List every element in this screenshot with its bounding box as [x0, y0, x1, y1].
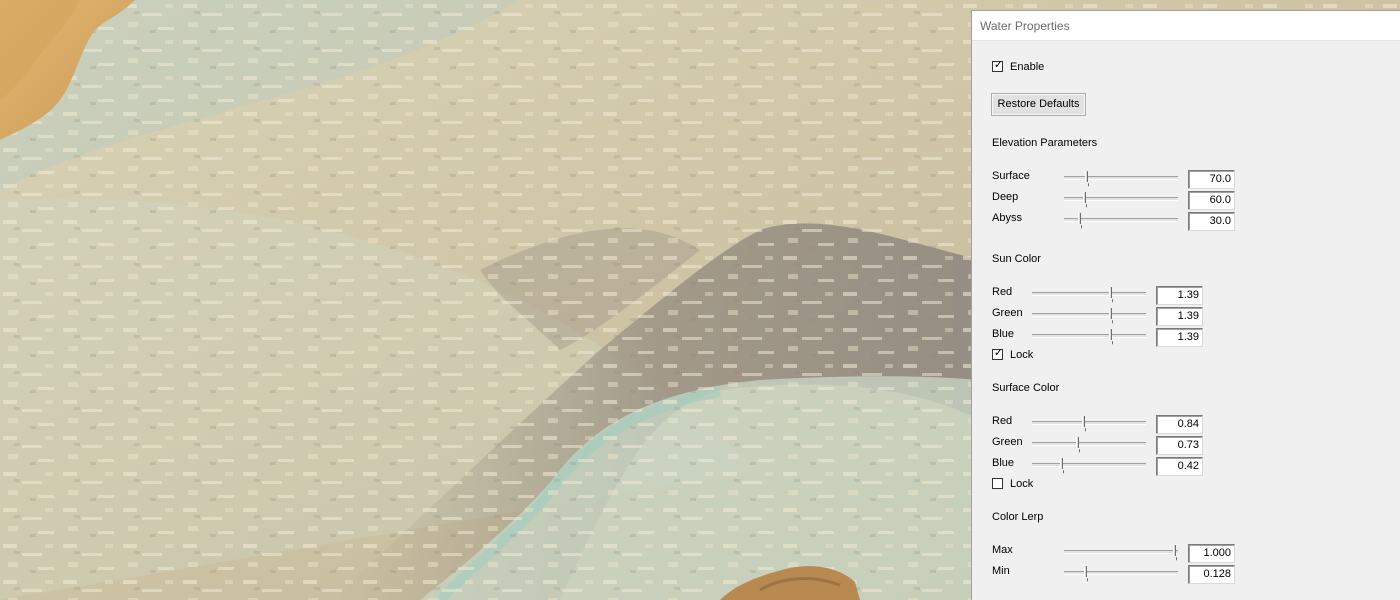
slider-track: [1032, 463, 1146, 467]
abyss-label: Abyss: [992, 212, 1022, 224]
slider-thumb[interactable]: [1083, 192, 1086, 203]
enable-checkbox[interactable]: ✓: [992, 59, 1004, 72]
sun-green-value-field[interactable]: 1.39: [1156, 307, 1203, 326]
lerp-max-value-field[interactable]: 1.000: [1188, 544, 1235, 563]
surface-red-value-field[interactable]: 0.84: [1156, 415, 1203, 434]
abyss-value-field[interactable]: 30.0: [1188, 212, 1235, 231]
slider-track: [1032, 292, 1146, 296]
slider-thumb[interactable]: [1084, 566, 1087, 577]
slider-track: [1032, 421, 1146, 425]
surface-green-slider[interactable]: [1032, 437, 1146, 449]
elevation-heading: Elevation Parameters: [992, 137, 1098, 149]
sun-blue-slider[interactable]: [1032, 329, 1146, 341]
sun-blue-label: Blue: [992, 328, 1015, 340]
checkmark-icon: ✓: [993, 59, 1004, 71]
surface-lock-checkbox[interactable]: [992, 478, 1003, 489]
slider-track: [1032, 313, 1146, 317]
sun-green-label: Green: [992, 307, 1023, 319]
sun-red-label: Red: [992, 286, 1013, 298]
enable-label: Enable: [1010, 61, 1045, 73]
surface-lock-label: Lock: [1010, 478, 1034, 490]
slider-thumb[interactable]: [1109, 287, 1112, 298]
lerp-max-slider[interactable]: [1064, 545, 1178, 557]
slider-thumb[interactable]: [1060, 458, 1063, 469]
deep-value-field[interactable]: 60.0: [1188, 191, 1235, 210]
slider-thumb[interactable]: [1085, 171, 1088, 182]
slider-thumb[interactable]: [1173, 545, 1176, 556]
slider-track: [1032, 334, 1146, 338]
slider-track: [1064, 571, 1178, 575]
sun-red-slider[interactable]: [1032, 287, 1146, 299]
color-lerp-heading: Color Lerp: [992, 511, 1044, 523]
slider-track: [1064, 176, 1178, 180]
lerp-max-label: Max: [992, 544, 1013, 556]
deep-slider[interactable]: [1064, 192, 1178, 204]
slider-thumb[interactable]: [1109, 329, 1112, 340]
surface-red-slider[interactable]: [1032, 416, 1146, 428]
slider-track: [1064, 550, 1178, 554]
surface-label: Surface: [992, 170, 1030, 182]
lerp-min-value-field[interactable]: 0.128: [1188, 565, 1235, 584]
slider-track: [1032, 442, 1146, 446]
sun-lock-checkbox[interactable]: ✓: [992, 347, 1004, 360]
sun-red-value-field[interactable]: 1.39: [1156, 286, 1203, 305]
slider-thumb[interactable]: [1076, 437, 1079, 448]
sun-blue-value-field[interactable]: 1.39: [1156, 328, 1203, 347]
sun-lock-label: Lock: [1010, 349, 1034, 361]
sun-green-slider[interactable]: [1032, 308, 1146, 320]
slider-track: [1064, 197, 1178, 201]
slider-thumb[interactable]: [1082, 416, 1085, 427]
surface-blue-slider[interactable]: [1032, 458, 1146, 470]
surface-green-value-field[interactable]: 0.73: [1156, 436, 1203, 455]
slider-track: [1064, 218, 1178, 222]
surface-color-heading: Surface Color: [992, 382, 1060, 394]
surface-red-label: Red: [992, 415, 1013, 427]
deep-label: Deep: [992, 191, 1019, 203]
sun-color-heading: Sun Color: [992, 253, 1041, 265]
slider-thumb[interactable]: [1078, 213, 1081, 224]
surface-blue-label: Blue: [992, 457, 1015, 469]
checkmark-icon: ✓: [993, 347, 1004, 359]
lerp-min-label: Min: [992, 565, 1010, 577]
abyss-slider[interactable]: [1064, 213, 1178, 225]
restore-defaults-button[interactable]: Restore Defaults: [991, 93, 1086, 116]
surface-green-label: Green: [992, 436, 1023, 448]
panel-title: Water Properties: [980, 19, 1070, 33]
panel-title-bar[interactable]: Water Properties: [972, 11, 1400, 41]
surface-value-field[interactable]: 70.0: [1188, 170, 1235, 189]
lerp-min-slider[interactable]: [1064, 566, 1178, 578]
surface-slider[interactable]: [1064, 171, 1178, 183]
water-properties-panel: Water Properties ✓ Enable Restore Defaul…: [971, 10, 1400, 600]
slider-thumb[interactable]: [1109, 308, 1112, 319]
surface-blue-value-field[interactable]: 0.42: [1156, 457, 1203, 476]
